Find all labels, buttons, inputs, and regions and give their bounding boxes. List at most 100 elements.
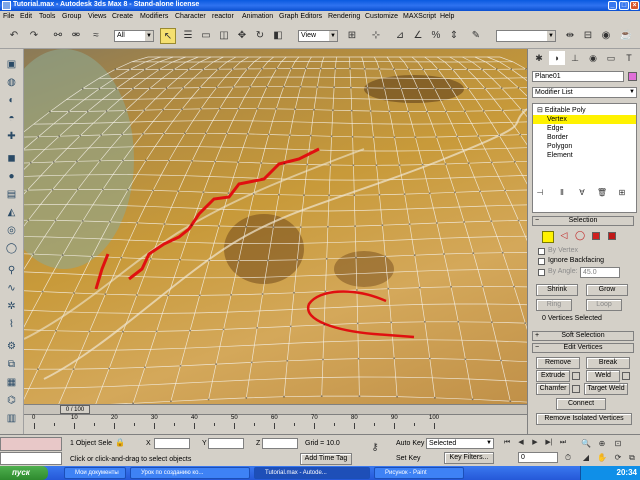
pin-stack-icon[interactable]: ⊣ [534,187,546,199]
select-by-name-icon[interactable]: ☰ [180,28,196,44]
modifier-list-dropdown[interactable]: Modifier List ▼ [532,87,637,98]
by-vertex-checkbox[interactable] [538,248,545,255]
nurbs-icon[interactable]: ⌬ [4,393,19,408]
extrude-button[interactable]: Extrude [536,370,570,382]
redo-icon[interactable]: ↷ [26,28,42,44]
break-button[interactable]: Break [586,357,630,369]
z-coordinate-field[interactable] [262,438,298,449]
utilities-tab-icon[interactable]: T [621,51,637,65]
menu-character[interactable]: Character [175,13,206,20]
lock-selection-icon[interactable]: 🔒 [114,437,126,449]
ignore-backfacing-checkbox[interactable] [538,258,545,265]
configure-sets-icon[interactable]: ⊞ [616,187,628,199]
remove-modifier-icon[interactable]: 🗑 [596,187,608,199]
scale-icon[interactable]: ◧ [270,28,286,44]
create-tab-icon[interactable]: ✱ [531,51,547,65]
patch-icon[interactable]: ▦ [4,375,19,390]
selection-rollout-header[interactable]: − Selection [532,216,634,226]
arc-rotate-icon[interactable]: ⟳ [612,452,624,464]
target-weld-button[interactable]: Target Weld [584,383,628,395]
zoom-extents-icon[interactable]: ⊡ [612,438,624,450]
menu-maxscript[interactable]: MAXScript [403,13,436,20]
spline-icon[interactable]: ∿ [4,281,19,296]
border-level-icon[interactable]: ◯ [574,229,586,241]
mirror-icon[interactable]: ⇹ [562,28,578,44]
menu-help[interactable]: Help [440,13,454,20]
pan-icon[interactable]: ✋ [596,452,608,464]
menu-group[interactable]: Group [62,13,81,20]
menu-customize[interactable]: Customize [365,13,398,20]
loop-button[interactable]: Loop [586,299,622,311]
menu-modifiers[interactable]: Modifiers [140,13,168,20]
create-icon[interactable]: ▣ [4,57,19,72]
percent-snap-icon[interactable]: % [428,28,444,44]
angle-snap-icon[interactable]: ∠ [410,28,426,44]
by-angle-checkbox[interactable] [538,269,545,276]
fov-icon[interactable]: ◢ [580,452,592,464]
stack-item-edge[interactable]: Edge [533,124,636,133]
set-key-label[interactable]: Set Key [396,455,421,462]
light-icon[interactable]: ◐ [4,93,19,108]
auto-key-label[interactable]: Auto Key [396,440,424,447]
stack-item-editable-poly[interactable]: ⊟ Editable Poly [533,106,636,115]
weld-button[interactable]: Weld [586,370,620,382]
go-to-start-icon[interactable]: ⏮ [502,438,512,448]
close-button[interactable]: × [630,1,639,10]
start-button[interactable]: пуск [0,466,48,480]
current-frame-field[interactable]: 0 [518,452,558,463]
soft-selection-rollout-header[interactable]: + Soft Selection [532,331,634,341]
material-editor-icon[interactable]: ◉ [598,28,614,44]
element-level-icon[interactable] [608,232,616,240]
compound-icon[interactable]: ⧉ [4,357,19,372]
polygon-level-icon[interactable] [592,232,600,240]
zoom-all-icon[interactable]: ⊕ [596,438,608,450]
menu-reactor[interactable]: reactor [212,13,234,20]
shrink-button[interactable]: Shrink [536,284,578,296]
menu-file[interactable]: File [3,13,14,20]
grow-button[interactable]: Grow [586,284,628,296]
snaps-icon[interactable]: ⊿ [392,28,408,44]
x-coordinate-field[interactable] [154,438,190,449]
maxscript-listener-mini[interactable] [0,437,62,451]
rotate-icon[interactable]: ↻ [252,28,268,44]
next-frame-icon[interactable]: ▶| [544,438,554,448]
task-3dsmax[interactable]: Tutorial.max - Autode... [254,467,370,479]
bind-space-warp-icon[interactable]: ≈ [88,28,104,44]
box-icon[interactable]: ◼ [4,151,19,166]
stack-item-element[interactable]: Element [533,151,636,160]
perspective-viewport[interactable] [24,49,527,404]
edit-named-sel-icon[interactable]: ✎ [468,28,484,44]
menu-tools[interactable]: Tools [39,13,55,20]
maxscript-input[interactable] [0,452,62,465]
bone-icon[interactable]: ⚲ [4,263,19,278]
menu-views[interactable]: Views [88,13,107,20]
sphere-icon[interactable]: ● [4,169,19,184]
system-icon[interactable]: ⚙ [4,339,19,354]
motion-tab-icon[interactable]: ◉ [585,51,601,65]
play-icon[interactable]: ▶ [530,438,540,448]
time-config-icon[interactable]: ⏱ [562,452,574,464]
y-coordinate-field[interactable] [208,438,244,449]
move-icon[interactable]: ✥ [234,28,250,44]
shape-icon[interactable]: ◍ [4,75,19,90]
select-manipulate-icon[interactable]: ⊹ [368,28,384,44]
remove-isolated-vertices-button[interactable]: Remove Isolated Vertices [536,413,632,425]
select-object-icon[interactable]: ↖ [160,28,176,44]
chamfer-settings-icon[interactable] [572,385,580,393]
object-color-swatch[interactable] [628,72,637,81]
hierarchy-tab-icon[interactable]: ⊥ [567,51,583,65]
add-time-tag-button[interactable]: Add Time Tag [300,453,352,465]
space-warp-icon[interactable]: ⌇ [4,317,19,332]
render-icon[interactable]: ☕ [618,28,634,44]
minimize-button[interactable]: _ [608,1,617,10]
link-icon[interactable]: ⚯ [50,28,66,44]
weld-settings-icon[interactable] [622,372,630,380]
stack-item-polygon[interactable]: Polygon [533,142,636,151]
tube-icon[interactable]: ◯ [4,241,19,256]
selection-filter-dropdown[interactable]: All ▼ [114,30,154,42]
camera-icon[interactable]: ◓ [4,111,19,126]
connect-button[interactable]: Connect [556,398,606,410]
named-selection-dropdown[interactable]: ▼ [496,30,556,42]
align-icon[interactable]: ⊟ [580,28,596,44]
maximize-button[interactable]: □ [619,1,629,10]
